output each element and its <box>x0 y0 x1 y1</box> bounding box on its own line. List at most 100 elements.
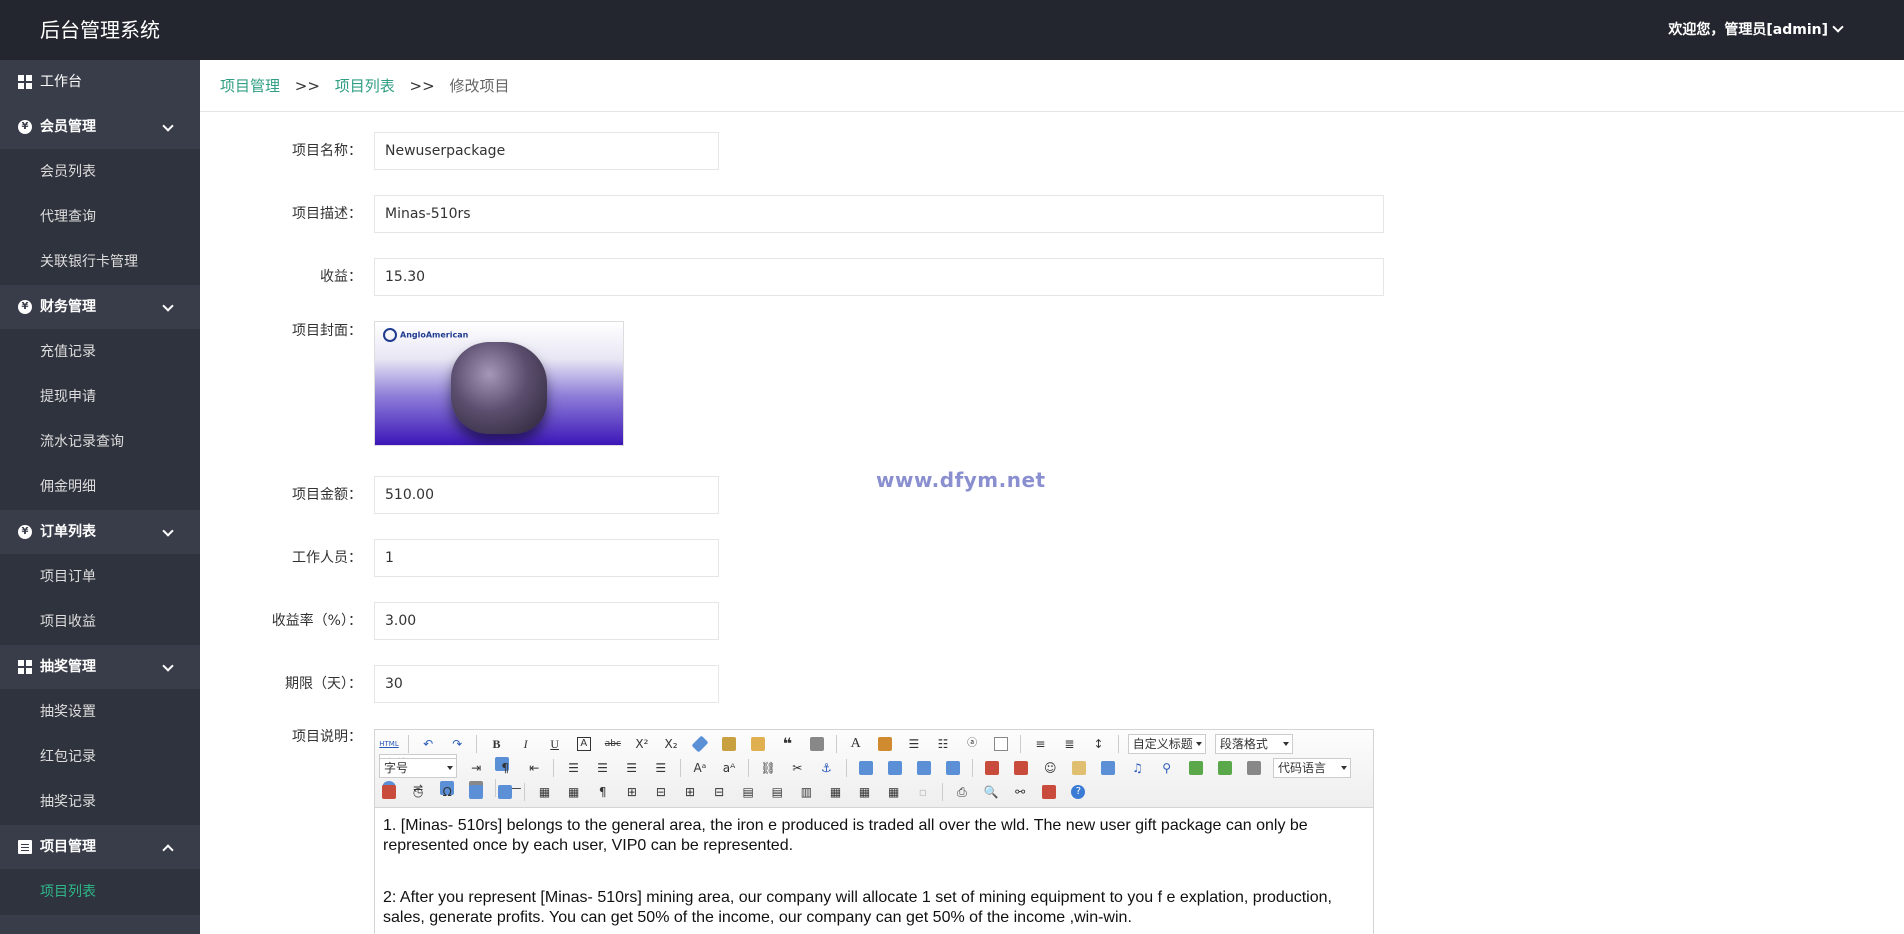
link-icon[interactable]: ⛓ <box>758 758 778 778</box>
select-all-icon[interactable]: ⓐ <box>962 734 982 754</box>
unordered-list-icon[interactable]: ☷ <box>933 734 953 754</box>
sidebar-item-commission[interactable]: 佣金明细 <box>0 465 200 510</box>
delete-col-icon[interactable]: ⊟ <box>709 782 729 802</box>
merge-down-icon[interactable]: ▥ <box>796 782 816 802</box>
italic-icon[interactable]: I <box>516 734 536 754</box>
align-center-icon[interactable]: ☰ <box>593 758 613 778</box>
sidebar-group-members[interactable]: 会员管理 <box>0 105 200 150</box>
attachment-icon[interactable]: ⚲ <box>1157 758 1177 778</box>
insert-row-icon[interactable]: ⊞ <box>622 782 642 802</box>
sidebar-group-projects[interactable]: 项目管理 <box>0 825 200 870</box>
scrawl-icon[interactable] <box>1069 758 1089 778</box>
align-left-icon[interactable]: ☰ <box>563 758 583 778</box>
image-float-none-icon[interactable] <box>856 758 876 778</box>
paragraph-format-select[interactable]: 段落格式 <box>1214 734 1293 754</box>
insert-time-icon[interactable]: ◷ <box>408 782 428 802</box>
direction-rtl-icon[interactable]: ¶ <box>495 758 515 778</box>
project-description-input[interactable]: Minas-510rs <box>374 195 1384 233</box>
align-right-icon[interactable]: ☰ <box>622 758 642 778</box>
workers-input[interactable]: 1 <box>374 539 719 577</box>
undo-icon[interactable]: ↶ <box>418 734 438 754</box>
subscript-icon[interactable]: X₂ <box>661 734 681 754</box>
insert-date-icon[interactable] <box>379 782 399 802</box>
cover-image[interactable]: AngloAmerican <box>374 321 624 446</box>
insert-paragraph-icon[interactable]: ¶ <box>593 782 613 802</box>
sidebar-item-project-list[interactable]: 项目列表 <box>0 870 200 915</box>
sidebar-group-finance[interactable]: 财务管理 <box>0 285 200 330</box>
custom-heading-select[interactable]: 自定义标题 <box>1127 734 1206 754</box>
drafts-icon[interactable] <box>1039 782 1059 802</box>
font-size-select[interactable]: 字号 <box>379 758 457 778</box>
blockquote-icon[interactable]: ❝ <box>777 734 797 754</box>
sidebar-group-orders[interactable]: 订单列表 <box>0 510 200 555</box>
sidebar-item-bank-cards[interactable]: 关联银行卡管理 <box>0 240 200 285</box>
search-replace-icon[interactable]: ⚯ <box>1010 782 1030 802</box>
preview-icon[interactable]: 🔍 <box>981 782 1001 802</box>
help-icon[interactable]: ? <box>1071 785 1086 799</box>
rate-input[interactable]: 3.00 <box>374 602 719 640</box>
chart-icon[interactable]: ▫ <box>913 782 933 802</box>
font-color-icon[interactable]: A <box>846 734 866 754</box>
sidebar-item-withdraw[interactable]: 提现申请 <box>0 375 200 420</box>
indent-icon[interactable]: ⇤ <box>524 758 544 778</box>
merge-right-icon[interactable]: ▤ <box>767 782 787 802</box>
underline-icon[interactable]: U <box>545 734 565 754</box>
split-cols-icon[interactable]: ▦ <box>884 782 904 802</box>
sidebar-item-flow-records[interactable]: 流水记录查询 <box>0 420 200 465</box>
word-image-icon[interactable] <box>466 782 486 802</box>
delete-table-icon[interactable]: ▦ <box>564 782 584 802</box>
project-name-input[interactable]: Newuserpackage <box>374 132 719 170</box>
ordered-list-icon[interactable]: ☰ <box>904 734 924 754</box>
code-language-select[interactable]: 代码语言 <box>1273 758 1351 778</box>
music-icon[interactable]: ♫ <box>1128 758 1148 778</box>
row-spacing-top-icon[interactable]: ≡ <box>1030 734 1050 754</box>
html-source-button[interactable]: HTML <box>379 734 399 754</box>
amount-input[interactable]: 510.00 <box>374 476 719 514</box>
superscript-icon[interactable]: X² <box>632 734 652 754</box>
insert-col-icon[interactable]: ⊞ <box>680 782 700 802</box>
anchor-icon[interactable]: ⚓ <box>816 758 836 778</box>
image-float-right-icon[interactable] <box>914 758 934 778</box>
sidebar-group-lottery[interactable]: 抽奖管理 <box>0 645 200 690</box>
to-lowercase-icon[interactable]: aᴬ <box>719 758 739 778</box>
insert-table-icon[interactable]: ▦ <box>535 782 555 802</box>
period-input[interactable]: 30 <box>374 665 719 703</box>
emotion-icon[interactable]: ☺ <box>1040 758 1060 778</box>
sidebar-item-recharge[interactable]: 充值记录 <box>0 330 200 375</box>
map-icon[interactable] <box>1186 758 1206 778</box>
image-float-left-icon[interactable] <box>885 758 905 778</box>
eraser-icon[interactable] <box>690 734 710 754</box>
special-chars-icon[interactable]: Ω <box>437 782 457 802</box>
to-uppercase-icon[interactable]: Aᵃ <box>690 758 710 778</box>
insert-image-icon[interactable] <box>1011 758 1031 778</box>
editor-content[interactable]: 1. [Minas- 510rs] belongs to the general… <box>375 808 1373 934</box>
image-center-icon[interactable] <box>943 758 963 778</box>
delete-row-icon[interactable]: ⊟ <box>651 782 671 802</box>
sidebar-item-project-orders[interactable]: 项目订单 <box>0 555 200 600</box>
split-cells-icon[interactable]: ▦ <box>826 782 846 802</box>
breadcrumb-project-list[interactable]: 项目列表 <box>335 77 395 95</box>
align-justify-icon[interactable]: ☰ <box>651 758 671 778</box>
split-rows-icon[interactable]: ▦ <box>855 782 875 802</box>
user-menu[interactable]: 欢迎您，管理员[admin] <box>1668 0 1844 60</box>
line-height-icon[interactable]: ↕ <box>1089 734 1109 754</box>
insert-frame-icon[interactable] <box>1244 758 1264 778</box>
background-color-icon[interactable] <box>875 734 895 754</box>
direction-ltr-icon[interactable]: ⇥ <box>466 758 486 778</box>
auto-format-icon[interactable] <box>748 734 768 754</box>
insert-video-icon[interactable] <box>1098 758 1118 778</box>
clear-doc-icon[interactable] <box>991 734 1011 754</box>
simple-upload-icon[interactable] <box>982 758 1002 778</box>
sidebar-item-lottery-records[interactable]: 抽奖记录 <box>0 780 200 825</box>
font-border-icon[interactable]: A <box>576 737 591 751</box>
sidebar-item-member-list[interactable]: 会员列表 <box>0 150 200 195</box>
income-input[interactable]: 15.30 <box>374 258 1384 296</box>
format-brush-icon[interactable] <box>719 734 739 754</box>
gmap-icon[interactable] <box>1215 758 1235 778</box>
merge-cells-icon[interactable]: ▤ <box>738 782 758 802</box>
print-icon[interactable]: ⎙ <box>952 782 972 802</box>
unlink-icon[interactable]: ✂ <box>787 758 807 778</box>
redo-icon[interactable]: ↷ <box>447 734 467 754</box>
sidebar-item-project-income[interactable]: 项目收益 <box>0 600 200 645</box>
paste-plain-icon[interactable] <box>807 734 827 754</box>
